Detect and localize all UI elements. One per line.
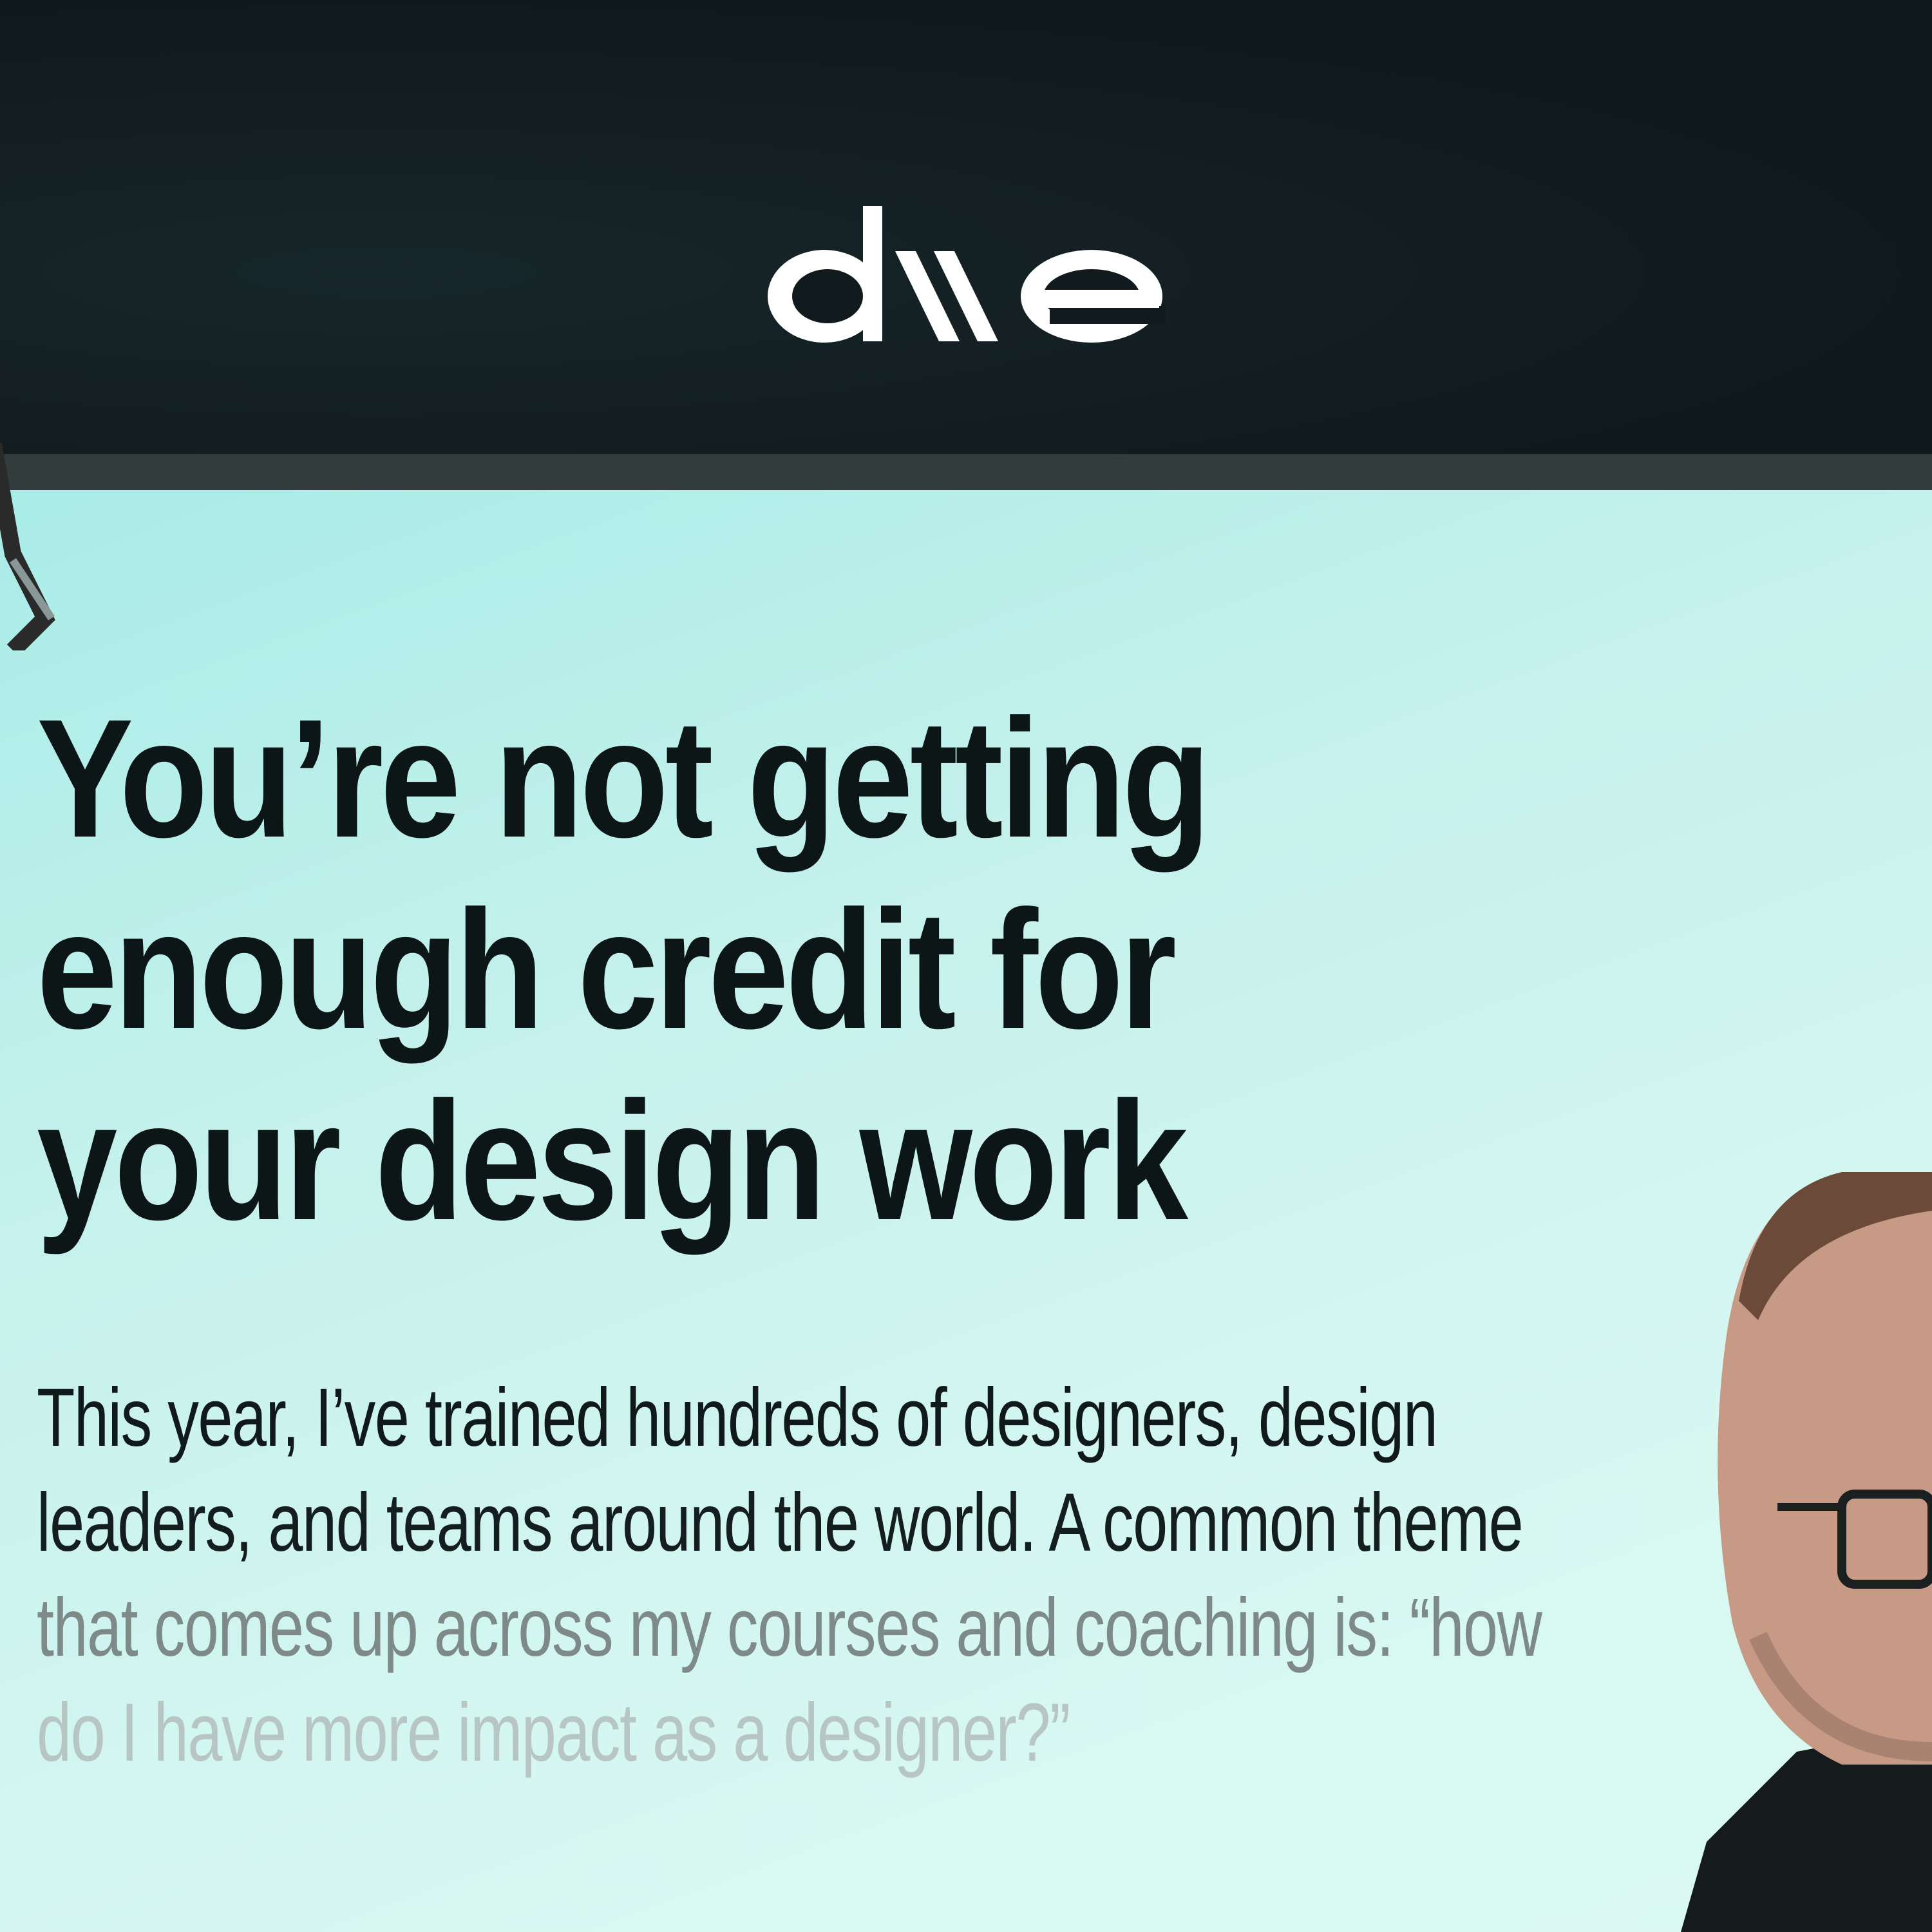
headline-line: You’re not getting (37, 684, 1211, 873)
dive-logo[interactable]: dive (766, 193, 1166, 348)
intro-paragraph: This year, I’ve trained hundreds of desi… (37, 1365, 1542, 1785)
paragraph-line: This year, I’ve trained hundreds of desi… (37, 1372, 1438, 1464)
paragraph-line: that comes up across my courses and coac… (37, 1582, 1542, 1674)
header: dive (0, 0, 1932, 454)
header-divider (0, 454, 1932, 490)
author-photo (1681, 1172, 1932, 1932)
paragraph-line: leaders, and teams around the world. A c… (37, 1477, 1524, 1569)
tool-illustration-icon (0, 442, 55, 650)
headline-line: enough credit for (37, 875, 1177, 1064)
paragraph-line: do I have more impact as a designer?” (37, 1687, 1070, 1779)
headline-line: your design work (37, 1066, 1188, 1255)
headline: You’re not getting enough credit for you… (37, 683, 1211, 1256)
